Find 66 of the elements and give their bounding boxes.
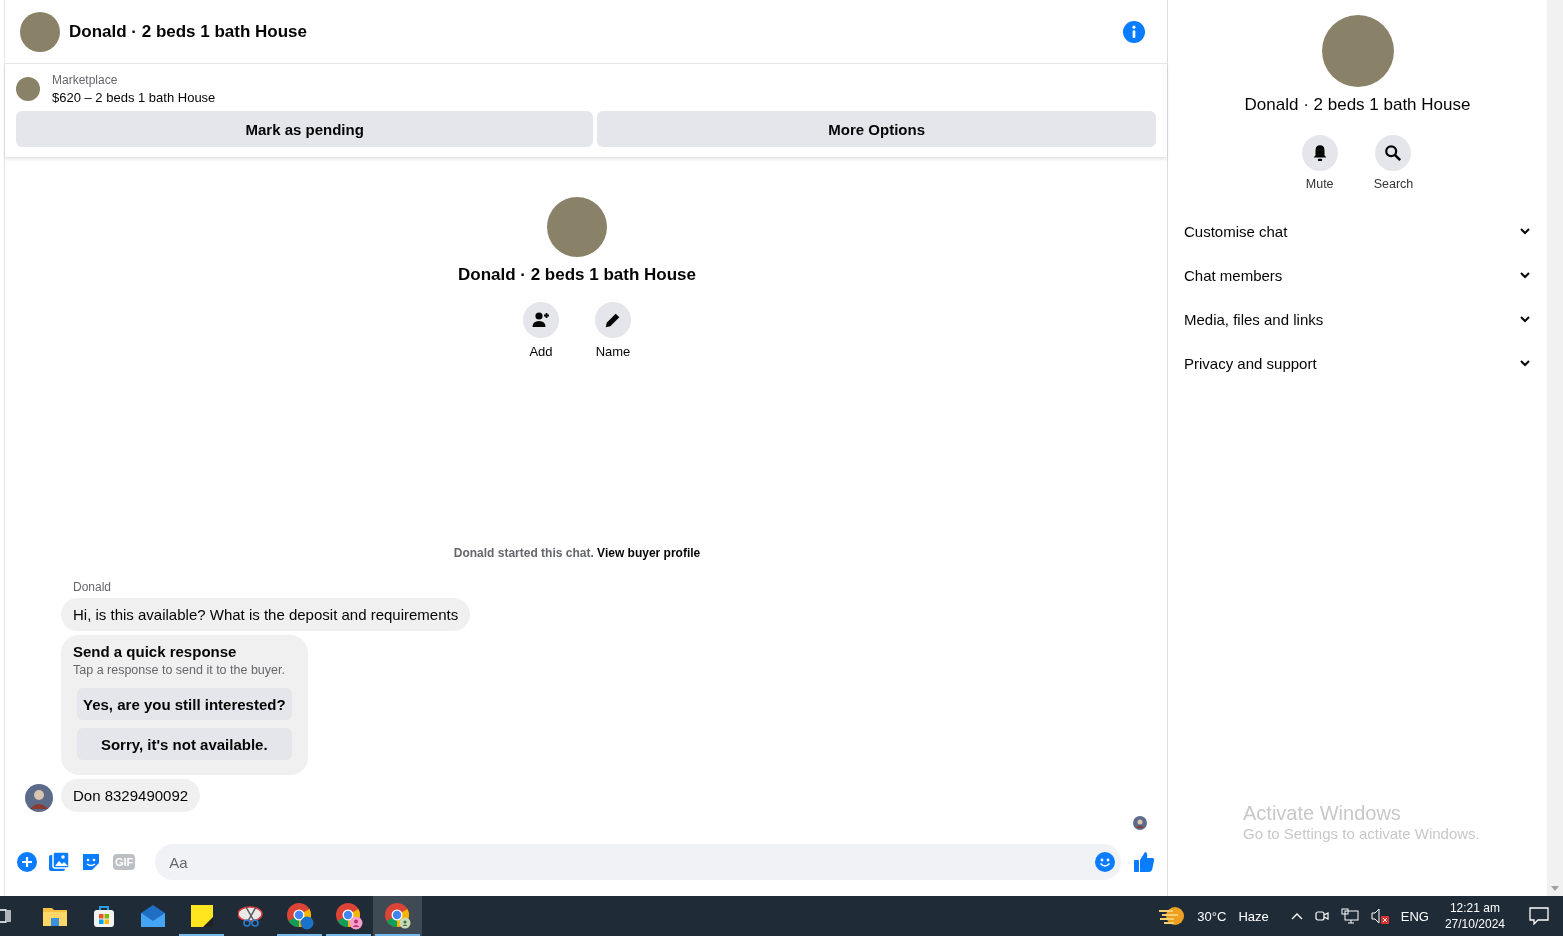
weather-icon[interactable]: [1159, 905, 1186, 927]
photo-placeholder: [16, 77, 40, 101]
browser-icon: [334, 902, 363, 930]
quick-response-button[interactable]: Yes, are you still interested?: [77, 688, 292, 720]
quick-response-title: Send a quick response: [73, 643, 237, 660]
avatar-icon: [25, 784, 53, 812]
task-view-icon[interactable]: [0, 907, 12, 925]
speaker-muted-icon[interactable]: [1370, 908, 1389, 924]
view-buyer-profile-link[interactable]: View buyer profile: [597, 546, 701, 560]
sticker-icon[interactable]: [81, 852, 101, 872]
plus-icon[interactable]: [17, 852, 37, 872]
browser-icon: [285, 902, 314, 930]
action-label: Name: [595, 344, 631, 359]
search-icon: [1384, 144, 1403, 162]
add-person-icon: [531, 310, 551, 330]
listing-summary: $620 – 2 beds 1 bath House: [52, 90, 216, 105]
listing-source: Marketplace: [52, 73, 119, 87]
folder-icon: [42, 906, 67, 926]
browser-icon: [383, 902, 412, 930]
photo-placeholder: [20, 11, 60, 52]
add-person-button[interactable]: [523, 302, 559, 338]
listing-action-button[interactable]: More Options: [597, 111, 1156, 147]
action-label: Search: [1373, 177, 1414, 191]
taskbar-app-button[interactable]: [373, 896, 422, 936]
thumbs-up-icon[interactable]: [1133, 851, 1155, 873]
details-section-item[interactable]: Chat members: [1184, 253, 1531, 297]
action-label: Mute: [1305, 177, 1334, 191]
language-indicator[interactable]: ENG: [1400, 908, 1429, 924]
clock-date[interactable]: 27/10/2024: [1444, 917, 1505, 931]
envelope-icon: [140, 905, 165, 927]
scissors-icon: [237, 905, 264, 927]
rename-button[interactable]: [595, 302, 631, 338]
notification-icon[interactable]: [1529, 907, 1549, 925]
chat-started-notice: Donald started this chat. View buyer profile: [452, 546, 702, 560]
image-icon[interactable]: [49, 852, 69, 872]
details-section-item[interactable]: Privacy and support: [1184, 341, 1531, 385]
conversation-title: Donald · 2 beds 1 bath House: [457, 265, 696, 285]
message-bubble: Don 8329490092: [61, 779, 201, 812]
message-field[interactable]: Aa: [155, 844, 1121, 880]
seen-avatar-icon: [1133, 816, 1147, 830]
quick-response-hint: Tap a response to send it to the buyer.: [73, 663, 285, 677]
quick-response-button[interactable]: Sorry, it's not available.: [77, 728, 292, 760]
sticky-note-icon: [190, 905, 213, 927]
details-section-item[interactable]: Customise chat: [1184, 209, 1531, 253]
message-input-field[interactable]: Aa: [167, 852, 1095, 872]
camera-icon[interactable]: [1314, 908, 1329, 924]
details-title: Donald · 2 beds 1 bath House: [1244, 95, 1471, 115]
emoji-icon[interactable]: [1095, 852, 1115, 872]
weather-condition[interactable]: Haze: [1238, 908, 1269, 924]
scrollbar[interactable]: [1547, 0, 1563, 896]
chevron-up-icon[interactable]: [1290, 912, 1303, 920]
details-section-item[interactable]: Media, files and links: [1184, 297, 1531, 341]
message-bubble: Hi, is this available? What is the deposit and requirements: [61, 598, 471, 631]
search-button[interactable]: [1375, 135, 1412, 171]
mute-button[interactable]: [1301, 135, 1338, 171]
clock-time[interactable]: 12:21 am: [1449, 901, 1500, 915]
listing-action-button[interactable]: Mark as pending: [16, 111, 594, 147]
chat-title: Donald · 2 beds 1 bath House: [69, 21, 309, 42]
action-label: Add: [529, 344, 553, 359]
photo-placeholder: [547, 197, 607, 257]
network-icon[interactable]: [1340, 908, 1359, 924]
weather-temperature[interactable]: 30°C: [1197, 908, 1227, 924]
pencil-icon: [604, 311, 622, 329]
info-icon[interactable]: [1123, 20, 1145, 43]
shopping-bag-icon: [91, 904, 116, 928]
sender-name: Donald: [73, 580, 113, 594]
